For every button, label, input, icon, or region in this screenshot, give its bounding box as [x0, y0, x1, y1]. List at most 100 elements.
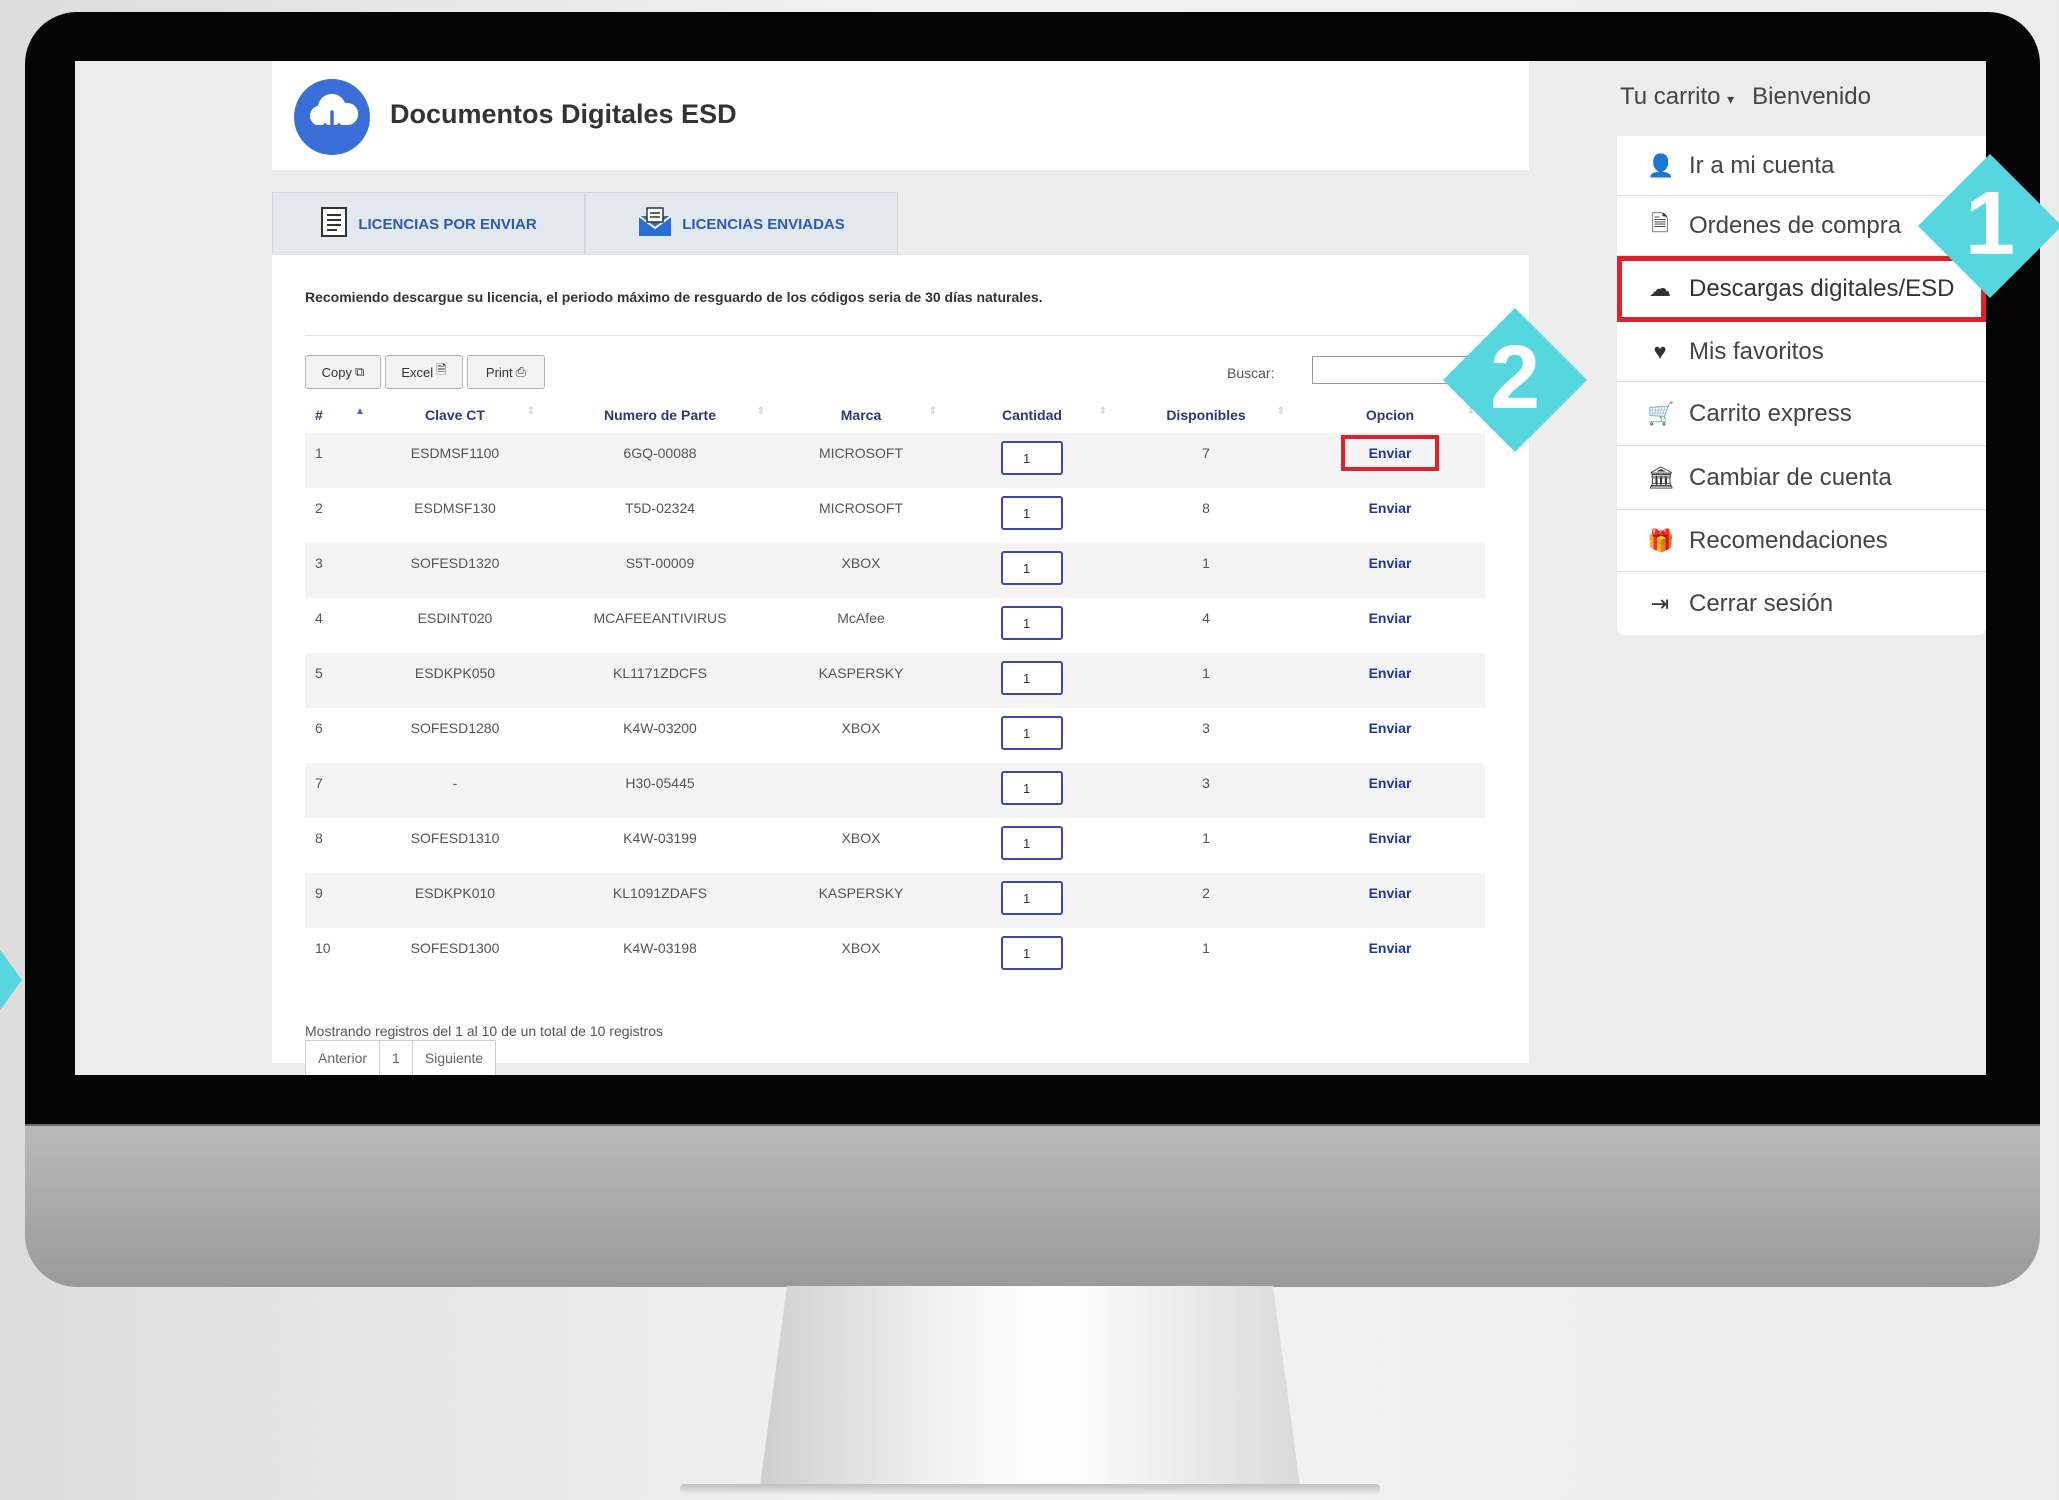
clave-ct: -: [365, 763, 545, 818]
menu-item-cerrar-sesion[interactable]: ⇥ Cerrar sesión: [1617, 572, 1986, 635]
disponibles: 1: [1202, 940, 1210, 956]
quantity-input[interactable]: 1: [1001, 606, 1063, 640]
enviar-link[interactable]: Enviar: [1369, 665, 1412, 681]
printer-icon: ⎙: [515, 364, 527, 379]
column-header-number[interactable]: # ▲: [305, 397, 365, 433]
opcion-cell: Enviar: [1295, 488, 1485, 543]
menu-item-carrito-express[interactable]: 🛒 Carrito express: [1617, 382, 1986, 446]
document-list-icon: [320, 206, 348, 242]
clave-ct: ESDINT020: [417, 610, 493, 626]
marca: MICROSOFT: [775, 433, 947, 488]
previous-page-button[interactable]: Anterior: [305, 1040, 381, 1075]
quantity-input[interactable]: 1: [1001, 661, 1063, 695]
licenses-panel: Recomiendo descargue su licencia, el per…: [272, 254, 1529, 1075]
enviar-link[interactable]: Enviar: [1369, 775, 1412, 791]
page-header: Documentos Digitales ESD: [272, 61, 1529, 170]
numero-parte: K4W-03199: [623, 830, 697, 846]
disponibles: 3: [1202, 720, 1210, 736]
marca: KASPERSKY: [775, 873, 947, 928]
enviar-link[interactable]: Enviar: [1340, 435, 1440, 471]
clave-ct: ESDMSF1100: [365, 433, 545, 488]
quantity-input[interactable]: 1: [1001, 826, 1063, 860]
monitor-stand: [760, 1286, 1300, 1486]
step-2-badge: 2: [1443, 308, 1587, 452]
quantity-input[interactable]: 1: [1001, 771, 1063, 805]
quantity-input[interactable]: 1: [1001, 716, 1063, 750]
opcion-cell: Enviar: [1295, 598, 1485, 653]
copy-icon: ⧉: [355, 364, 365, 379]
quantity-input[interactable]: 1: [1001, 936, 1063, 970]
licenses-table: # ▲ Clave CT ⇕ Numero de Parte ⇕ Marca ⇕ Can…: [305, 397, 1485, 983]
cart-dropdown[interactable]: Tu carrito ▾: [1620, 83, 1734, 111]
enviar-link[interactable]: Enviar: [1369, 720, 1412, 736]
menu-item-mis-favoritos[interactable]: ♥ Mis favoritos: [1617, 322, 1986, 382]
tab-label: LICENCIAS POR ENVIAR: [358, 215, 537, 233]
excel-button[interactable]: Excel 🗎: [385, 355, 463, 389]
next-page-button[interactable]: Siguiente: [411, 1040, 497, 1075]
opcion-cell: Enviar: [1295, 653, 1485, 708]
cart-icon: 🛒: [1647, 400, 1675, 426]
enviar-link[interactable]: Enviar: [1369, 500, 1412, 516]
tab-licencias-por-enviar[interactable]: LICENCIAS POR ENVIAR: [272, 192, 585, 255]
monitor-chin: [25, 1124, 2040, 1287]
cantidad-cell: 1: [947, 928, 1117, 983]
disponibles: 1: [1202, 830, 1210, 846]
disponibles: 4: [1202, 610, 1210, 626]
column-header-disponibles[interactable]: Disponibles ⇕: [1117, 397, 1295, 433]
row-number: 4: [315, 610, 323, 626]
numero-parte: K4W-03200: [623, 720, 697, 736]
quantity-input[interactable]: 1: [1001, 551, 1063, 585]
clave-ct: SOFESD1320: [365, 543, 545, 598]
page-1-button[interactable]: 1: [379, 1040, 413, 1075]
cloud-download-logo-icon: [294, 79, 370, 155]
marca: KASPERSKY: [775, 653, 947, 708]
top-bar: Tu carrito ▾ Bienvenido: [1620, 83, 1871, 111]
column-header-marca[interactable]: Marca ⇕: [775, 397, 947, 433]
enviar-link[interactable]: Enviar: [1369, 830, 1412, 846]
opcion-cell: Enviar: [1295, 928, 1485, 983]
welcome-menu[interactable]: Bienvenido: [1752, 83, 1871, 111]
table-header-row: # ▲ Clave CT ⇕ Numero de Parte ⇕ Marca ⇕ Can…: [305, 397, 1485, 433]
retention-notice: Recomiendo descargue su licencia, el per…: [305, 289, 1043, 305]
table-row: 6 SOFESD1280 K4W-03200 XBOX 1 3 Enviar: [305, 708, 1485, 763]
numero-parte: H30-05445: [545, 763, 775, 818]
enviar-link[interactable]: Enviar: [1369, 885, 1412, 901]
column-header-clave-ct[interactable]: Clave CT ⇕: [365, 397, 545, 433]
row-number: 8: [315, 830, 323, 846]
gift-icon: 🎁: [1647, 527, 1675, 553]
column-header-numero-parte[interactable]: Numero de Parte ⇕: [545, 397, 775, 433]
marca: XBOX: [841, 940, 881, 956]
screen: Documentos Digitales ESD LICENCIAS POR E…: [75, 61, 1986, 1075]
print-button[interactable]: Print ⎙: [467, 355, 545, 389]
quantity-input[interactable]: 1: [1001, 441, 1063, 475]
quantity-input[interactable]: 1: [1001, 496, 1063, 530]
column-header-cantidad[interactable]: Cantidad ⇕: [947, 397, 1117, 433]
page-title: Documentos Digitales ESD: [390, 99, 737, 129]
opcion-cell: Enviar: [1295, 818, 1485, 873]
disponibles: 3: [1117, 763, 1295, 818]
table-row: 9 ESDKPK010 KL1091ZDAFS KASPERSKY 1 2 En…: [305, 873, 1485, 928]
disponibles: 2: [1117, 873, 1295, 928]
svg-text:1: 1: [1965, 174, 2015, 274]
disponibles: 8: [1202, 500, 1210, 516]
copy-button[interactable]: Copy ⧉: [305, 355, 381, 389]
menu-item-recomendaciones[interactable]: 🎁 Recomendaciones: [1617, 510, 1986, 572]
menu-item-cambiar-de-cuenta[interactable]: 🏛 Cambiar de cuenta: [1617, 446, 1986, 510]
marca: XBOX: [775, 543, 947, 598]
numero-parte: KL1091ZDAFS: [545, 873, 775, 928]
disponibles: 1: [1117, 653, 1295, 708]
enviar-link[interactable]: Enviar: [1369, 555, 1412, 571]
table-row: 5 ESDKPK050 KL1171ZDCFS KASPERSKY 1 1 En…: [305, 653, 1485, 708]
enviar-link[interactable]: Enviar: [1369, 610, 1412, 626]
row-number: 1: [305, 433, 365, 488]
monitor-stand-base: [680, 1484, 1380, 1494]
document-icon: 🗎: [1651, 210, 1669, 236]
file-excel-icon: 🗎: [436, 362, 447, 377]
opcion-cell: Enviar: [1295, 763, 1485, 818]
enviar-link[interactable]: Enviar: [1369, 940, 1412, 956]
tab-licencias-enviadas[interactable]: LICENCIAS ENVIADAS: [585, 192, 898, 255]
opcion-cell: Enviar: [1295, 543, 1485, 598]
sort-icon: ⇕: [1098, 406, 1107, 417]
sort-icon: ⇕: [526, 406, 535, 417]
quantity-input[interactable]: 1: [1001, 881, 1063, 915]
